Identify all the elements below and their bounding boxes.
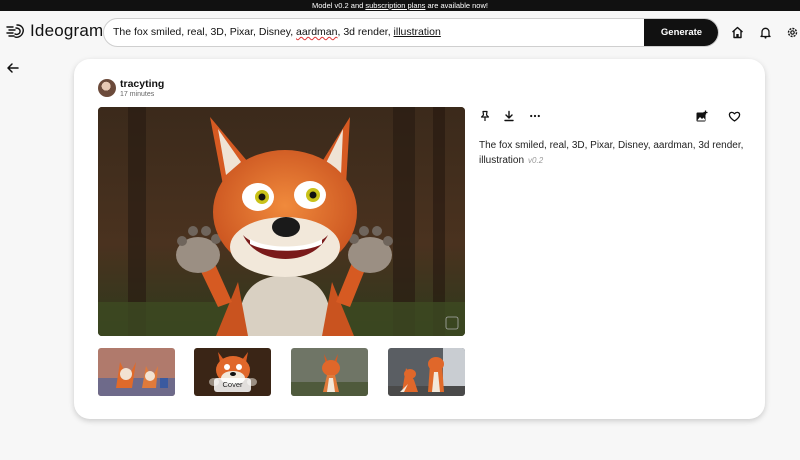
settings-button[interactable] [784, 24, 800, 40]
prompt-input-underlined: illustration [393, 26, 441, 38]
more-icon [530, 114, 540, 118]
more-button[interactable] [528, 109, 542, 123]
thumbnail[interactable] [291, 348, 368, 396]
banner-text-suffix: are available now! [425, 1, 488, 10]
remix-button[interactable] [694, 109, 708, 123]
thumbnail-image [388, 348, 465, 396]
pin-button[interactable] [478, 109, 492, 123]
back-button[interactable] [6, 61, 20, 75]
prompt-content: The fox smiled, real, 3D, Pixar, Disney,… [479, 140, 744, 166]
main-image[interactable] [98, 107, 465, 336]
home-icon [731, 26, 743, 38]
add-image-icon [696, 110, 707, 121]
brand-name: Ideogram [30, 21, 104, 40]
prompt-text: The fox smiled, real, 3D, Pixar, Disney,… [479, 138, 754, 168]
like-button[interactable] [727, 109, 741, 123]
prompt-input[interactable]: The fox smiled, real, 3D, Pixar, Disney,… [113, 26, 441, 38]
thumbnail-image [291, 348, 368, 396]
subscription-plans-link[interactable]: subscription plans [365, 1, 425, 10]
download-icon [504, 110, 514, 122]
bell-icon [759, 27, 771, 39]
prompt-search-bar[interactable]: The fox smiled, real, 3D, Pixar, Disney,… [103, 18, 719, 47]
top-bar: Ideogram The fox smiled, real, 3D, Pixar… [0, 11, 800, 53]
banner-text-prefix: Model v0.2 and [312, 1, 366, 10]
thumbnail[interactable] [98, 348, 175, 396]
settings-icon [787, 27, 797, 37]
thumbnail-image [98, 348, 175, 396]
logo-icon [6, 23, 24, 38]
prompt-input-part: The fox smiled, real, 3D, Pixar, Disney, [113, 26, 297, 38]
username[interactable]: tracyting [120, 78, 164, 90]
thumbnail-selected[interactable]: Cover [194, 348, 271, 396]
post-time: 17 minutes [120, 91, 155, 98]
pin-icon [480, 110, 490, 121]
notifications-button[interactable] [757, 24, 773, 40]
generate-button[interactable]: Generate [644, 19, 718, 46]
avatar[interactable] [98, 79, 116, 97]
thumbnail[interactable] [388, 348, 465, 396]
brand-logo[interactable]: Ideogram [6, 21, 103, 41]
announcement-banner: Model v0.2 and subscription plans are av… [0, 0, 800, 11]
cover-label: Cover [214, 378, 251, 392]
model-version: v0.2 [528, 156, 544, 165]
post-card: tracyting 17 minutes Cover The fox smile… [74, 59, 765, 419]
variation-thumbnails: Cover [98, 348, 465, 396]
heart-icon [728, 111, 740, 122]
prompt-input-part: , 3d render, [337, 26, 394, 38]
fox-illustration [98, 107, 465, 336]
home-button[interactable] [729, 24, 745, 40]
prompt-input-misspelled: aardman [296, 26, 338, 38]
download-button[interactable] [502, 109, 516, 123]
arrow-left-icon [7, 63, 19, 73]
